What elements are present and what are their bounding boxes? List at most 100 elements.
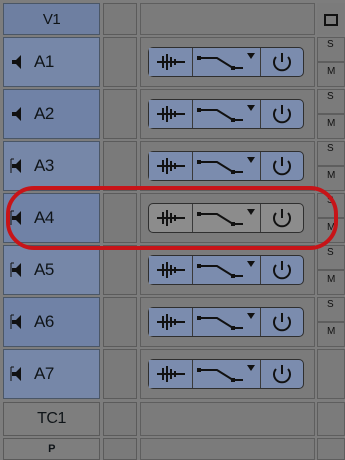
track-row-a6: A6 S M bbox=[0, 297, 345, 347]
power-icon bbox=[273, 157, 291, 176]
solo-button[interactable]: S bbox=[317, 37, 345, 62]
track-control-cell bbox=[140, 438, 315, 460]
audio-waveform-button[interactable] bbox=[149, 100, 193, 128]
power-icon bbox=[273, 261, 291, 280]
power-icon bbox=[273, 105, 291, 124]
volume-automation-button[interactable] bbox=[193, 48, 261, 76]
speaker-icon bbox=[10, 157, 26, 175]
volume-automation-button[interactable] bbox=[193, 100, 261, 128]
track-row-a7: A7 bbox=[0, 349, 345, 399]
track-selector-a7[interactable]: A7 bbox=[3, 349, 100, 399]
track-power-button[interactable] bbox=[261, 308, 303, 336]
audio-waveform-icon bbox=[157, 366, 185, 382]
track-power-button[interactable] bbox=[261, 100, 303, 128]
track-row-a3: A3 S M bbox=[0, 141, 345, 191]
track-solo-mute-cell bbox=[317, 438, 345, 460]
track-selector-a1[interactable]: A1 bbox=[3, 37, 100, 87]
track-row-v1: V1 bbox=[0, 0, 345, 36]
track-selector-p[interactable]: P bbox=[3, 438, 100, 460]
mute-button[interactable]: M bbox=[317, 270, 345, 295]
audio-track-controls bbox=[148, 255, 304, 285]
speaker-icon bbox=[10, 365, 26, 383]
track-label: P bbox=[48, 443, 55, 455]
track-control-cell bbox=[140, 402, 315, 436]
a4-highlight-annotation bbox=[6, 186, 338, 250]
audio-waveform-button[interactable] bbox=[149, 152, 193, 180]
mute-button[interactable]: M bbox=[317, 322, 345, 347]
volume-automation-button[interactable] bbox=[193, 152, 261, 180]
track-monitor-cell bbox=[103, 438, 137, 460]
track-solo-mute-cell: SM bbox=[317, 245, 345, 295]
speaker-icon bbox=[10, 313, 26, 331]
audio-waveform-icon bbox=[157, 314, 185, 330]
track-solo-mute-cell: SM bbox=[317, 37, 345, 87]
audio-waveform-button[interactable] bbox=[149, 308, 193, 336]
track-selector-tc1[interactable]: TC1 bbox=[3, 402, 100, 436]
solo-button[interactable]: S bbox=[317, 141, 345, 166]
speaker-icon bbox=[10, 261, 26, 279]
power-icon bbox=[273, 365, 291, 384]
track-monitor-cell[interactable] bbox=[103, 89, 137, 139]
audio-waveform-button[interactable] bbox=[149, 48, 193, 76]
video-monitor-toggle[interactable] bbox=[317, 3, 345, 35]
track-label: TC1 bbox=[37, 410, 66, 427]
track-row-a1: A1 S M bbox=[0, 37, 345, 87]
power-icon bbox=[273, 313, 291, 332]
volume-automation-icon bbox=[197, 157, 255, 174]
audio-track-controls bbox=[148, 359, 304, 389]
audio-waveform-icon bbox=[157, 54, 185, 70]
track-selector-a5[interactable]: A5 bbox=[3, 245, 100, 295]
track-control-cell bbox=[140, 3, 315, 35]
track-label: A5 bbox=[34, 260, 54, 279]
track-solo-mute-cell bbox=[317, 402, 345, 436]
track-monitor-cell bbox=[103, 402, 137, 436]
track-label: A2 bbox=[34, 104, 54, 123]
track-monitor-cell[interactable] bbox=[103, 3, 137, 35]
track-monitor-cell[interactable] bbox=[103, 141, 137, 191]
track-monitor-cell[interactable] bbox=[103, 297, 137, 347]
track-power-button[interactable] bbox=[261, 360, 303, 388]
volume-automation-icon bbox=[197, 53, 255, 70]
track-selector-a3[interactable]: A3 bbox=[3, 141, 100, 191]
solo-button[interactable]: S bbox=[317, 297, 345, 322]
mute-button[interactable]: M bbox=[317, 62, 345, 87]
solo-button[interactable]: S bbox=[317, 245, 345, 270]
track-monitor-cell[interactable] bbox=[103, 37, 137, 87]
volume-automation-button[interactable] bbox=[193, 256, 261, 284]
audio-waveform-icon bbox=[157, 262, 185, 278]
audio-track-controls bbox=[148, 47, 304, 77]
volume-automation-button[interactable] bbox=[193, 360, 261, 388]
track-label: A7 bbox=[34, 364, 54, 383]
track-power-button[interactable] bbox=[261, 152, 303, 180]
track-label: A6 bbox=[34, 312, 54, 331]
track-row-p: P bbox=[0, 438, 345, 460]
audio-waveform-icon bbox=[157, 106, 185, 122]
audio-waveform-button[interactable] bbox=[149, 256, 193, 284]
volume-automation-icon bbox=[197, 313, 255, 330]
mute-button[interactable]: M bbox=[317, 114, 345, 139]
track-selector-a2[interactable]: A2 bbox=[3, 89, 100, 139]
speaker-icon bbox=[10, 105, 26, 123]
volume-automation-icon bbox=[197, 365, 255, 382]
volume-automation-button[interactable] bbox=[193, 308, 261, 336]
track-monitor-cell[interactable] bbox=[103, 349, 137, 399]
track-row-tc1: TC1 bbox=[0, 402, 345, 436]
audio-track-controls bbox=[148, 99, 304, 129]
volume-automation-icon bbox=[197, 261, 255, 278]
volume-automation-icon bbox=[197, 105, 255, 122]
mute-button[interactable]: M bbox=[317, 166, 345, 191]
track-monitor-cell[interactable] bbox=[103, 245, 137, 295]
power-icon bbox=[273, 53, 291, 72]
speaker-icon bbox=[10, 53, 26, 71]
track-row-a5: A5 S M bbox=[0, 245, 345, 295]
track-solo-mute-cell: SM bbox=[317, 141, 345, 191]
audio-track-controls bbox=[148, 151, 304, 181]
track-power-button[interactable] bbox=[261, 256, 303, 284]
track-selector-v1[interactable]: V1 bbox=[3, 3, 100, 35]
track-solo-mute-cell bbox=[317, 349, 345, 399]
audio-waveform-button[interactable] bbox=[149, 360, 193, 388]
track-power-button[interactable] bbox=[261, 48, 303, 76]
solo-button[interactable]: S bbox=[317, 89, 345, 114]
track-selector-a6[interactable]: A6 bbox=[3, 297, 100, 347]
audio-track-controls bbox=[148, 307, 304, 337]
